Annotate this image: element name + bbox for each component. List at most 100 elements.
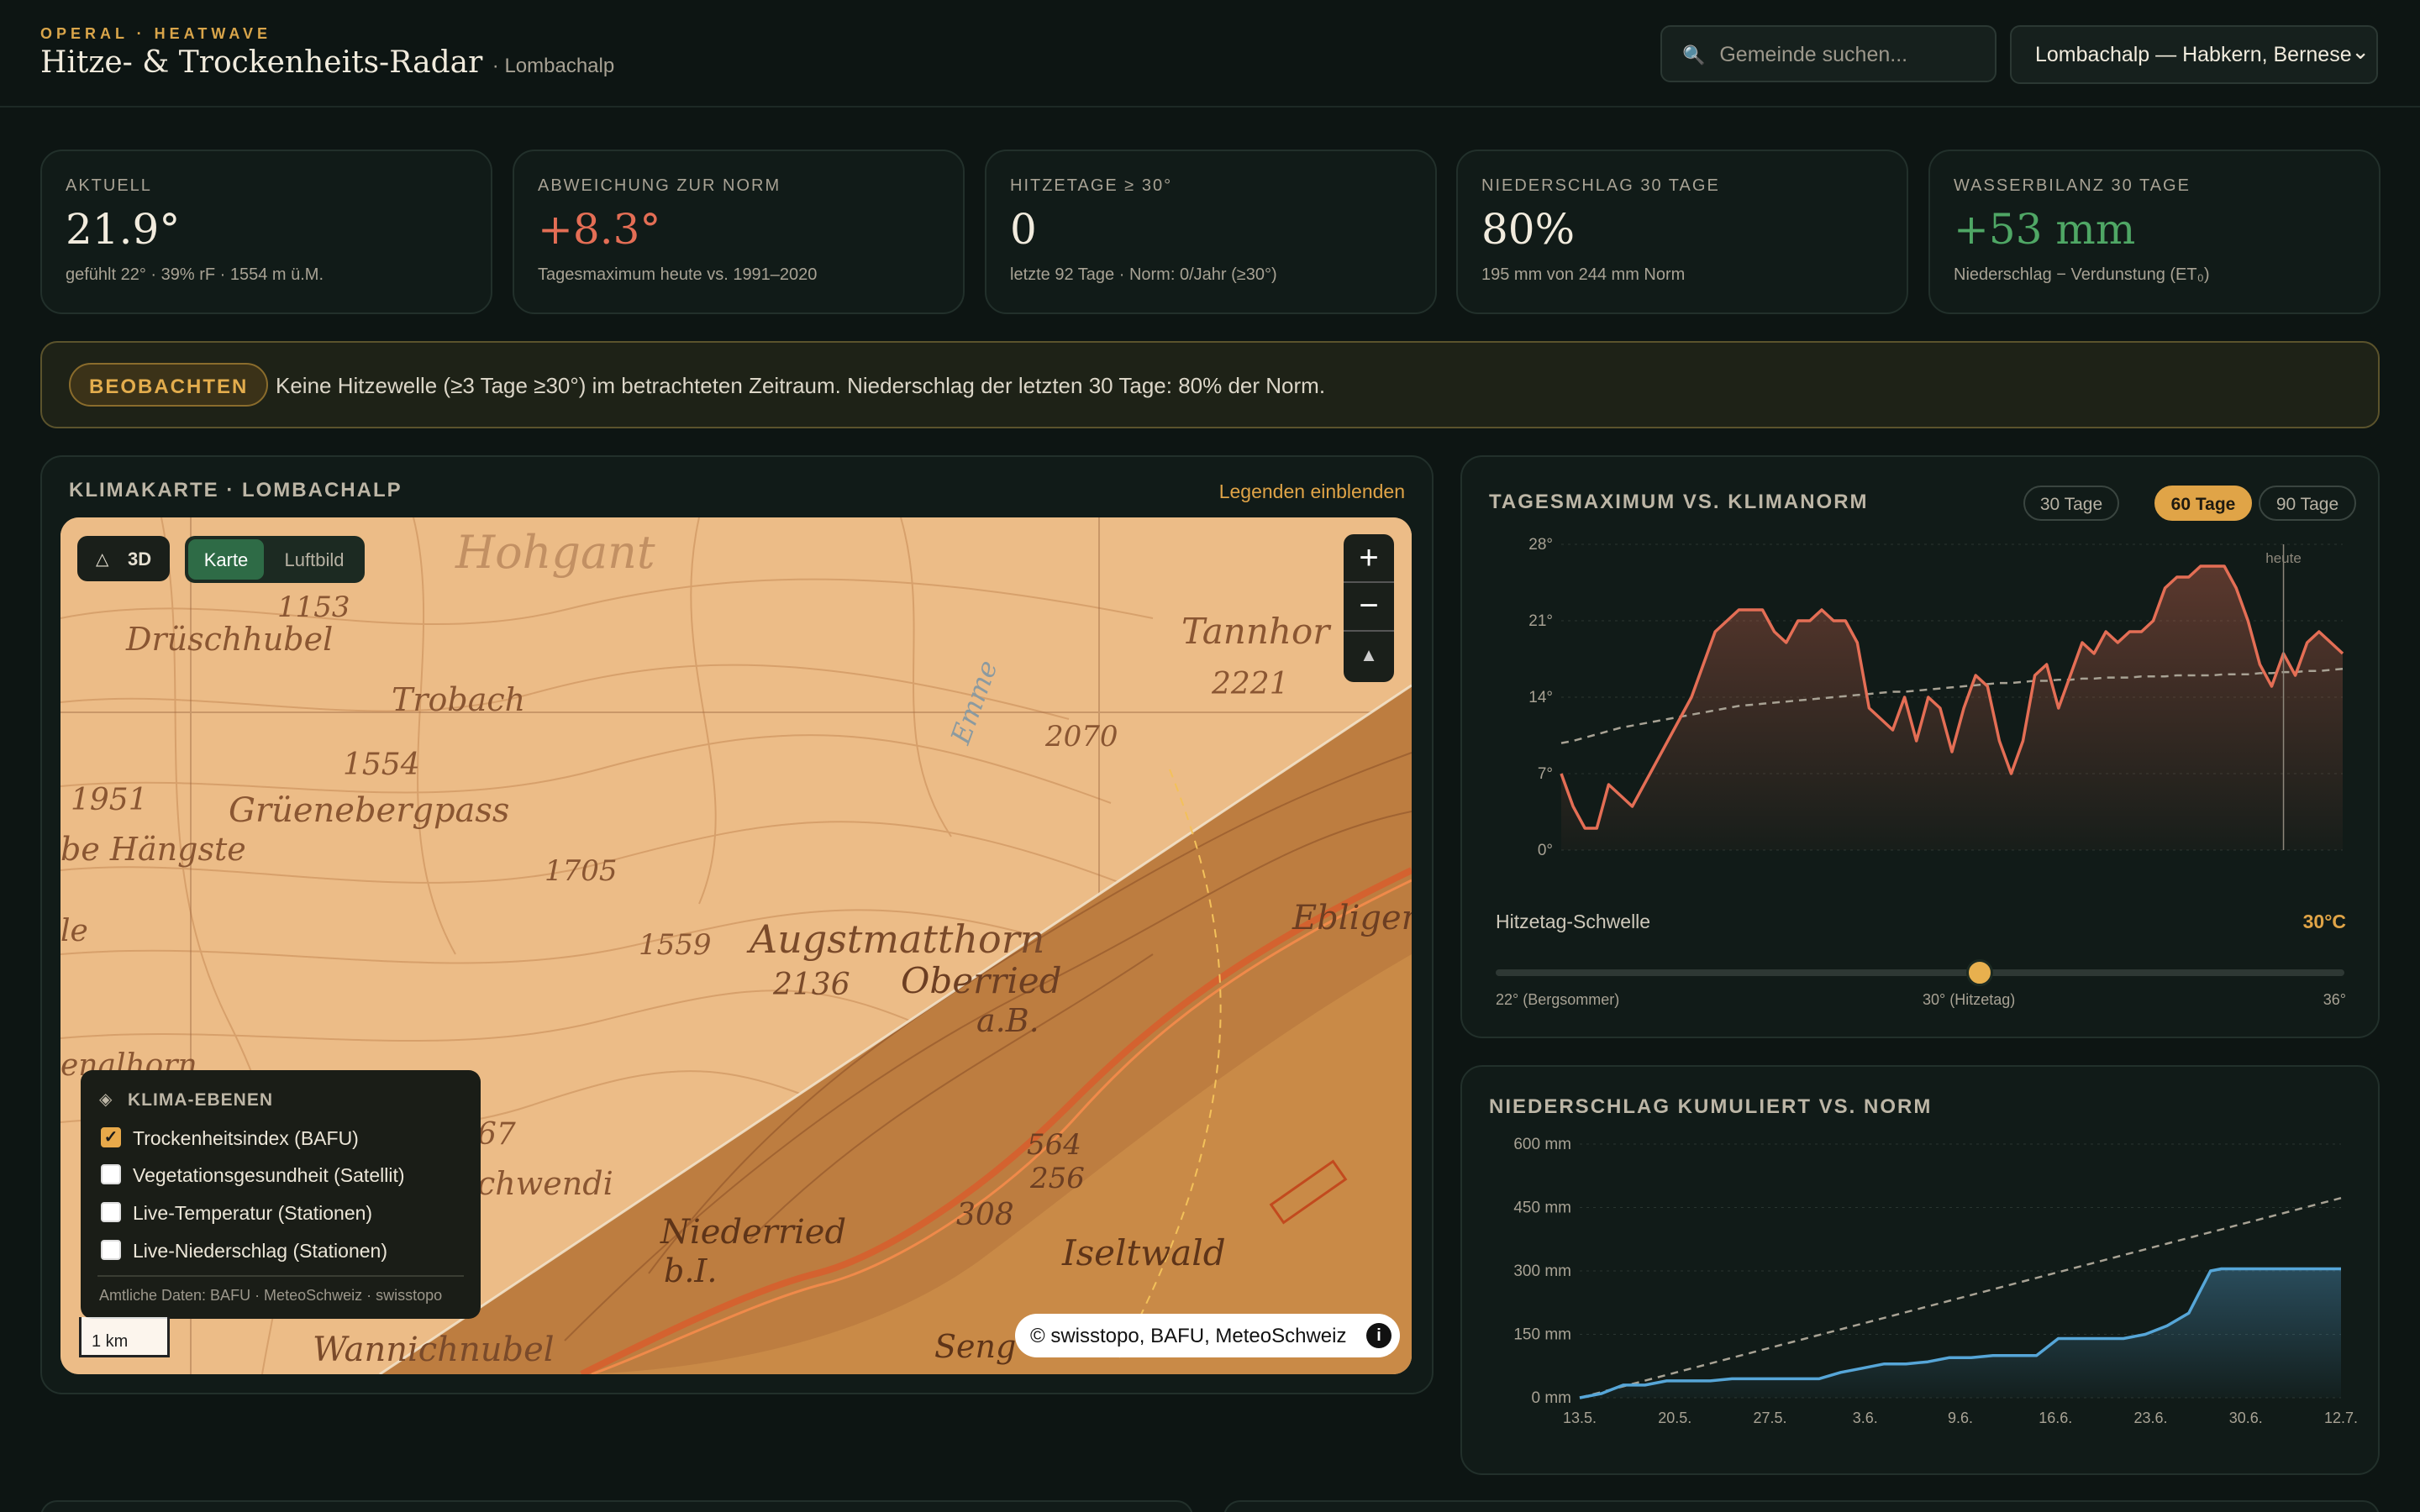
bottom-card-left (40, 1500, 1193, 1512)
layer-checkbox-temperature[interactable] (101, 1202, 121, 1222)
brand-label: OPERAL · HEATWAVE (40, 25, 272, 42)
x-tick-label: 7.7. (2244, 862, 2269, 864)
range-tab-30[interactable]: 30 Tage (2023, 486, 2119, 521)
info-icon[interactable]: i (1366, 1323, 1392, 1348)
x-tick-label: 27.5. (1753, 1410, 1786, 1426)
y-tick-label: 450 mm (1513, 1200, 1571, 1217)
temperature-chart: 28° 21° 14° 7° 0° 13.5. 20.5. 27.5. 3.6. 10.6. 17.… (1528, 536, 2360, 864)
location-select-value: Lombachalp — Habkern, Bernese (2035, 43, 2352, 66)
stat-note: letzte 92 Tage · Norm: 0/Jahr (≥30°) (1010, 265, 1277, 284)
stat-note: Tagesmaximum heute vs. 1991–2020 (538, 265, 818, 284)
x-tick-label: 27.5. (1718, 862, 1752, 864)
x-tick-label: 9.6. (1948, 1410, 1973, 1426)
location-select[interactable]: Lombachalp — Habkern, Bernese ⌄ (2010, 25, 2378, 84)
x-tick-label: 13.5. (1544, 862, 1578, 864)
map-label: Hohgant (455, 526, 655, 579)
precipitation-panel-title: NIEDERSCHLAG KUMULIERT VS. NORM (1489, 1095, 1933, 1118)
y-tick-label: 14° (1528, 689, 1553, 706)
map-label: Ebligen (1292, 899, 1412, 937)
map-panel-title: KLIMAKARTE · LOMBACHALP (69, 479, 402, 501)
map-label: Wannichnubel (313, 1331, 555, 1369)
x-tick-label: 3.6. (1809, 862, 1834, 864)
y-tick-label: 28° (1528, 536, 1553, 554)
map-label: a.B. (976, 1002, 1039, 1039)
y-tick-label: 7° (1538, 765, 1553, 783)
layer-label: Live-Niederschlag (Stationen) (133, 1240, 387, 1262)
stat-value: 21.9° (66, 205, 181, 254)
alert-text: Keine Hitzewelle (≥3 Tage ≥30°) im betra… (276, 373, 1326, 398)
stat-note: Niederschlag − Verdunstung (ET₀) (1954, 265, 2210, 284)
alert-level-badge: BEOBACHTEN (69, 363, 269, 407)
x-tick-label: 12.7. (2324, 1410, 2358, 1426)
map-label: 2221 (1211, 667, 1289, 701)
chevron-down-icon: ⌄ (2351, 39, 2370, 64)
stat-label: HITZETAGE ≥ 30° (1010, 176, 1173, 195)
series-area (1561, 566, 2343, 850)
temperature-panel-title: TAGESMAXIMUM VS. KLIMANORM (1489, 491, 1869, 513)
x-tick-label: 24.6. (2065, 862, 2099, 864)
stat-note: 195 mm von 244 mm Norm (1481, 265, 1686, 284)
layer-label: Vegetationsgesundheit (Satellit) (133, 1164, 405, 1186)
map-label: be Hängste (60, 831, 246, 868)
basemap-switch: Karte Luftbild (185, 536, 365, 583)
app-header: OPERAL · HEATWAVE Hitze- & Trockenheits-… (0, 0, 2420, 108)
stat-card-current: AKTUELL 21.9° gefühlt 22° · 39% rF · 155… (40, 150, 492, 314)
map-label: 256 (1029, 1162, 1085, 1195)
search-input[interactable]: 🔍 Gemeinde suchen... (1660, 25, 1996, 82)
x-tick-label: 23.6. (2133, 1410, 2167, 1426)
slider-mid-label: 30° (Hitzetag) (1923, 991, 2016, 1008)
legend-toggle-link[interactable]: Legenden einblenden (1219, 480, 1405, 503)
map-label: 1705 (544, 854, 618, 888)
search-icon: 🔍 (1682, 45, 1706, 66)
y-tick-label: 150 mm (1513, 1326, 1571, 1344)
threshold-label: Hitzetag-Schwelle (1496, 911, 1651, 932)
layer-checkbox-vegetation[interactable] (101, 1164, 121, 1184)
map-scale: 1 km (79, 1317, 170, 1357)
map-label: Augstmatthorn (746, 916, 1044, 962)
basemap-aerial-tab[interactable]: Luftbild (267, 539, 361, 580)
compass-button[interactable]: ▲ (1344, 632, 1394, 682)
range-tab-90[interactable]: 90 Tage (2259, 486, 2356, 521)
y-tick-label: 21° (1528, 612, 1553, 630)
page-title-text: Hitze- & Trockenheits-Radar (40, 45, 483, 80)
x-tick-label: 18.7. (2326, 862, 2360, 864)
x-tick-label: 30.6. (2229, 1410, 2263, 1426)
series-area (1580, 1268, 2341, 1398)
stat-value: +53 mm (1954, 205, 2136, 254)
stat-card-deviation: ABWEICHUNG ZUR NORM +8.3° Tagesmaximum h… (513, 150, 965, 314)
map-label: b.I. (664, 1252, 718, 1289)
stat-value: +8.3° (538, 205, 661, 254)
range-tab-60[interactable]: 60 Tage (2154, 486, 2252, 521)
precipitation-chart: 600 mm 450 mm 300 mm 150 mm 0 mm 13.5. 20.5. 27… (1513, 1136, 2358, 1426)
x-tick-label: 1.7. (2156, 862, 2181, 864)
layer-checkbox-precipitation[interactable] (101, 1240, 121, 1260)
stat-label: ABWEICHUNG ZUR NORM (538, 176, 781, 195)
basemap-map-tab[interactable]: Karte (188, 539, 264, 580)
map-label: 1153 (277, 591, 350, 624)
map-3d-button[interactable]: △ 3D (77, 536, 170, 581)
map-3d-label: 3D (128, 549, 152, 570)
page-subtitle: · Lombachalp (492, 55, 615, 77)
threshold-value: 30°C (2302, 911, 2346, 932)
threshold-slider[interactable] (1496, 959, 2344, 986)
layers-panel: ◈ KLIMA-EBENEN ✓ Trockenheitsindex (BAFU… (81, 1070, 481, 1319)
x-tick-label: 20.5. (1631, 862, 1665, 864)
map-label: 2070 (1044, 720, 1118, 753)
mountain-icon: △ (96, 550, 109, 569)
stat-label: NIEDERSCHLAG 30 TAGE (1481, 176, 1720, 195)
map-label: Iseltwald (1061, 1232, 1226, 1273)
layers-source: Amtliche Daten: BAFU · MeteoSchweiz · sw… (99, 1287, 443, 1304)
zoom-out-button[interactable]: − (1344, 583, 1394, 632)
zoom-in-button[interactable]: + (1344, 534, 1394, 583)
threshold-slider-handle[interactable] (1965, 959, 1993, 986)
precipitation-panel: NIEDERSCHLAG KUMULIERT VS. NORM 600 mm 45… (1460, 1065, 2380, 1475)
map-label: Niederried (660, 1213, 846, 1252)
y-tick-label: 300 mm (1513, 1263, 1571, 1280)
zoom-controls: + − ▲ (1344, 534, 1394, 682)
layers-icon: ◈ (99, 1090, 113, 1109)
map-label: chwendi (477, 1165, 613, 1202)
page-title: Hitze- & Trockenheits-Radar · Lombachalp (40, 45, 614, 80)
climate-map[interactable]: Hohgant 1153 Drüschhubel Trobach 1554 19… (60, 517, 1412, 1374)
layer-checkbox-drought[interactable]: ✓ (101, 1127, 121, 1147)
stat-value: 0 (1010, 205, 1037, 254)
